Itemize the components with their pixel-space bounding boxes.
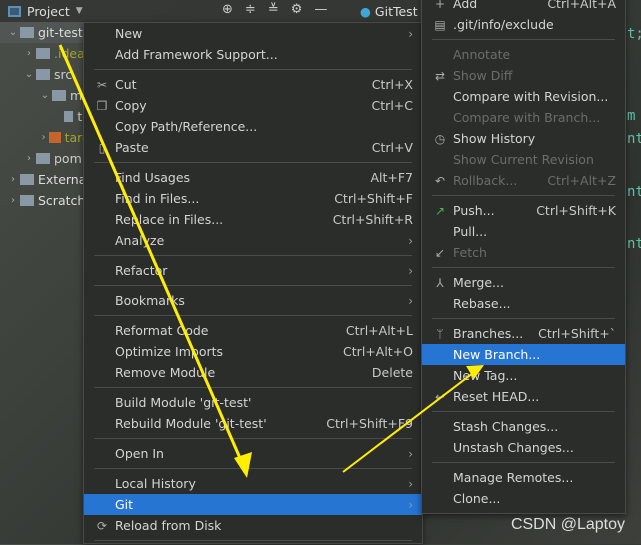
arrowhead-git — [234, 452, 252, 478]
watermark: CSDN @Laptoy — [510, 516, 625, 533]
arrow-to-new-branch — [342, 372, 474, 473]
arrow-to-git — [58, 44, 245, 466]
annotation-arrows — [58, 44, 484, 478]
